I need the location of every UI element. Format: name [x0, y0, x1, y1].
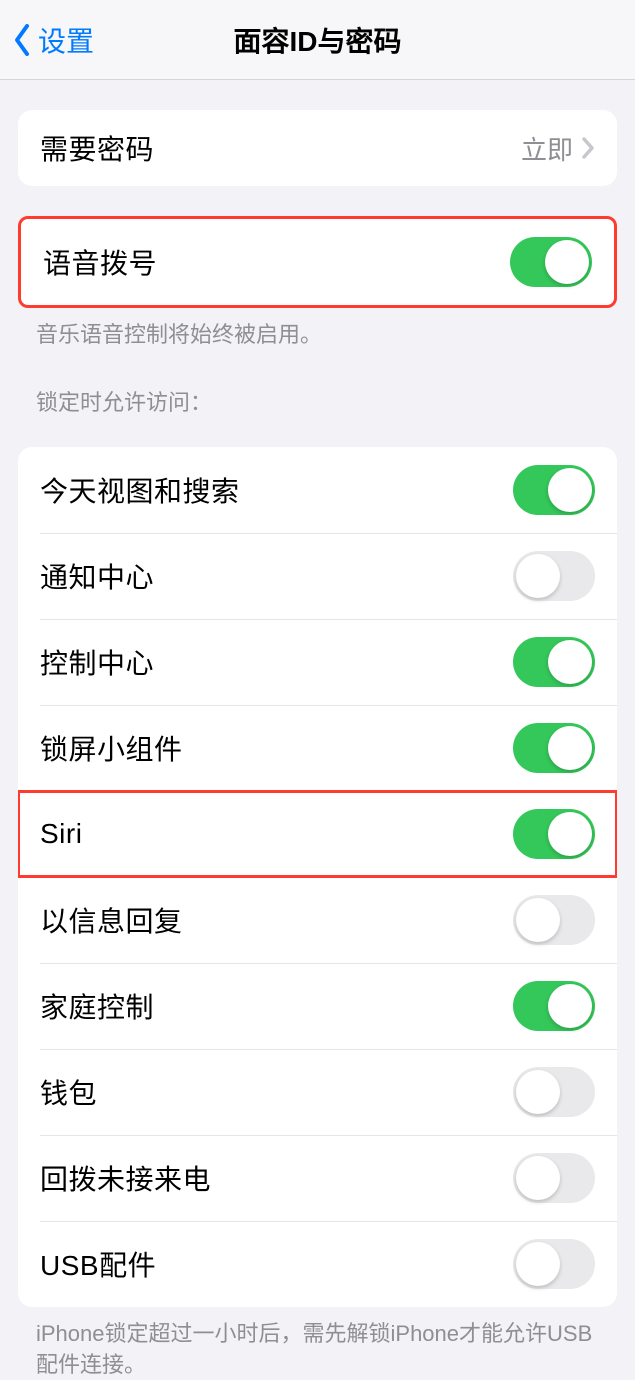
toggle-knob — [516, 1156, 560, 1200]
lock-item-toggle[interactable] — [513, 551, 595, 601]
toggle-knob — [548, 726, 592, 770]
toggle-knob — [545, 240, 589, 284]
lock-item-row: 通知中心 — [18, 533, 617, 619]
toggle-knob — [548, 468, 592, 512]
voice-dial-footer: 音乐语音控制将始终被启用。 — [36, 320, 599, 351]
page-title: 面容ID与密码 — [0, 20, 635, 60]
chevron-right-icon — [581, 137, 595, 159]
lock-item-label: 通知中心 — [40, 556, 513, 596]
lock-access-group: 今天视图和搜索通知中心控制中心锁屏小组件 Siri 以信息回复家庭控制钱包回拨未接来… — [18, 447, 617, 1307]
voice-dial-group: 语音拨号 — [18, 216, 617, 308]
lock-item-label: 锁屏小组件 — [40, 728, 513, 768]
lock-item-row: USB配件 — [18, 1221, 617, 1307]
nav-header: 设置 面容ID与密码 — [0, 0, 635, 80]
lock-item-row: 钱包 — [18, 1049, 617, 1135]
require-passcode-row[interactable]: 需要密码 立即 — [18, 110, 617, 186]
lock-item-row: 今天视图和搜索 — [18, 447, 617, 533]
lock-item-label: 今天视图和搜索 — [40, 470, 513, 510]
lock-item-row: 以信息回复 — [18, 877, 617, 963]
lock-item-row: 回拨未接来电 — [18, 1135, 617, 1221]
back-label: 设置 — [38, 20, 94, 60]
lock-item-row: Siri — [18, 791, 617, 877]
lock-item-toggle[interactable] — [513, 1153, 595, 1203]
voice-dial-row: 语音拨号 — [21, 219, 614, 305]
lock-item-toggle[interactable] — [513, 895, 595, 945]
toggle-knob — [516, 1070, 560, 1114]
lock-item-toggle[interactable] — [513, 723, 595, 773]
back-button[interactable]: 设置 — [12, 20, 94, 60]
require-passcode-group: 需要密码 立即 — [18, 110, 617, 186]
lock-item-row: 控制中心 — [18, 619, 617, 705]
lock-item-toggle[interactable] — [513, 981, 595, 1031]
toggle-knob — [516, 898, 560, 942]
lock-item-label: 家庭控制 — [40, 986, 513, 1026]
toggle-knob — [548, 812, 592, 856]
voice-dial-toggle[interactable] — [510, 237, 592, 287]
lock-item-row: 锁屏小组件 — [18, 705, 617, 791]
lock-item-label: USB配件 — [40, 1244, 513, 1284]
toggle-knob — [548, 984, 592, 1028]
toggle-knob — [516, 554, 560, 598]
lock-item-toggle[interactable] — [513, 1239, 595, 1289]
require-passcode-value: 立即 — [521, 130, 573, 167]
lock-item-label: 控制中心 — [40, 642, 513, 682]
chevron-left-icon — [12, 23, 32, 57]
lock-item-label: Siri — [40, 818, 513, 850]
toggle-knob — [548, 640, 592, 684]
lock-item-toggle[interactable] — [513, 637, 595, 687]
lock-section-footer: iPhone锁定超过一小时后，需先解锁iPhone才能允许USB配件连接。 — [36, 1319, 599, 1380]
lock-section-header: 锁定时允许访问： — [36, 385, 599, 417]
lock-item-toggle[interactable] — [513, 1067, 595, 1117]
lock-item-label: 以信息回复 — [40, 900, 513, 940]
lock-item-toggle[interactable] — [513, 465, 595, 515]
voice-dial-label: 语音拨号 — [43, 242, 510, 282]
toggle-knob — [516, 1242, 560, 1286]
lock-item-toggle[interactable] — [513, 809, 595, 859]
lock-item-row: 家庭控制 — [18, 963, 617, 1049]
require-passcode-label: 需要密码 — [40, 128, 521, 168]
lock-item-label: 钱包 — [40, 1072, 513, 1112]
lock-item-label: 回拨未接来电 — [40, 1158, 513, 1198]
